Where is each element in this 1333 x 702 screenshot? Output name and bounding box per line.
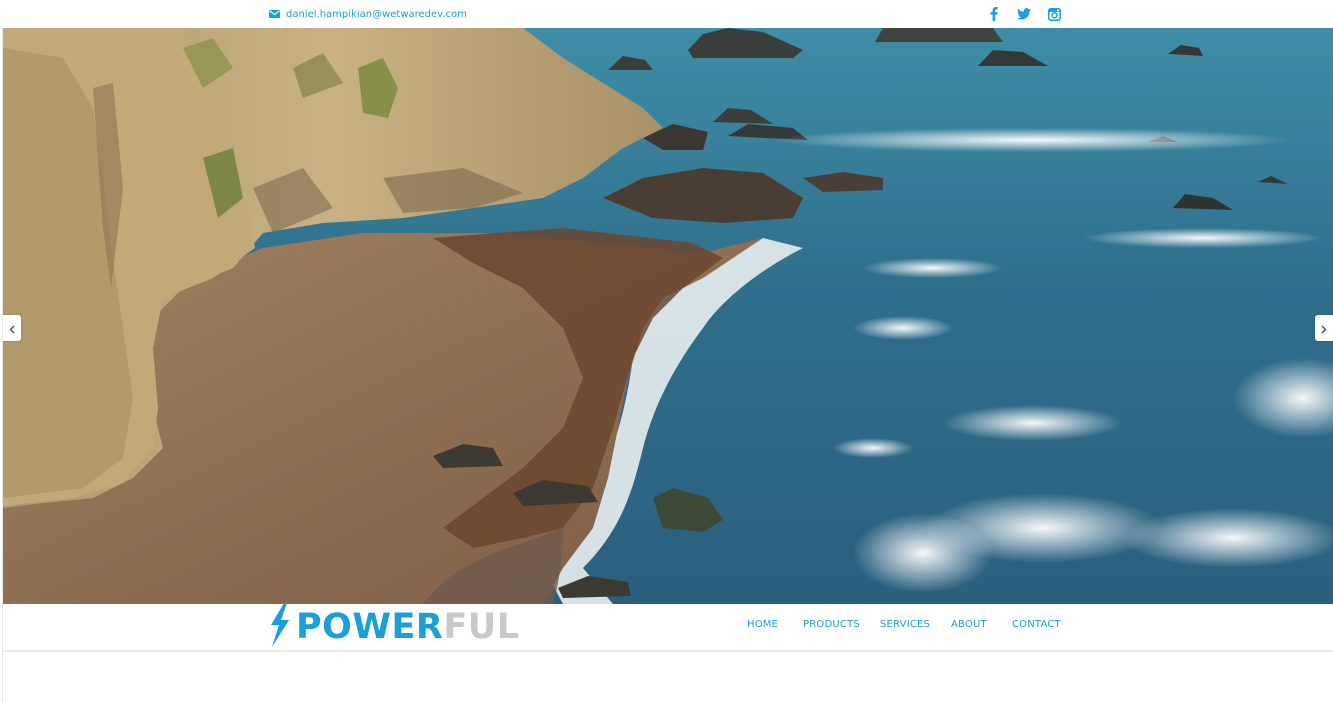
nav-contact[interactable]: CONTACT (1012, 619, 1061, 630)
envelope-icon (269, 10, 280, 18)
nav-products[interactable]: PRODUCTS (803, 619, 860, 630)
nav-home[interactable]: HOME (747, 619, 778, 630)
coastline-photo (3, 28, 1333, 604)
logo-text: POWERFUL (296, 606, 520, 647)
hero-slider (3, 28, 1333, 604)
site-logo[interactable]: POWERFUL (268, 603, 520, 651)
slider-prev-button[interactable] (3, 315, 21, 341)
nav-services[interactable]: SERVICES (880, 619, 930, 630)
chevron-right-icon (1321, 319, 1327, 338)
nav-about[interactable]: ABOUT (951, 619, 987, 630)
slider-next-button[interactable] (1315, 315, 1333, 341)
instagram-icon[interactable] (1046, 6, 1062, 22)
logo-text-ful: FUL (443, 606, 520, 647)
top-bar: daniel.hampikian@wetwaredev.com (0, 0, 1333, 28)
logo-text-power: POWER (296, 606, 444, 647)
email-text: daniel.hampikian@wetwaredev.com (286, 8, 467, 20)
main-navbar: POWERFUL HOME PRODUCTS SERVICES ABOUT CO… (3, 603, 1333, 652)
facebook-icon[interactable] (986, 6, 1002, 22)
twitter-icon[interactable] (1016, 6, 1032, 22)
email-link[interactable]: daniel.hampikian@wetwaredev.com (269, 7, 467, 21)
lightning-bolt-icon (268, 603, 292, 651)
chevron-left-icon (9, 319, 15, 338)
